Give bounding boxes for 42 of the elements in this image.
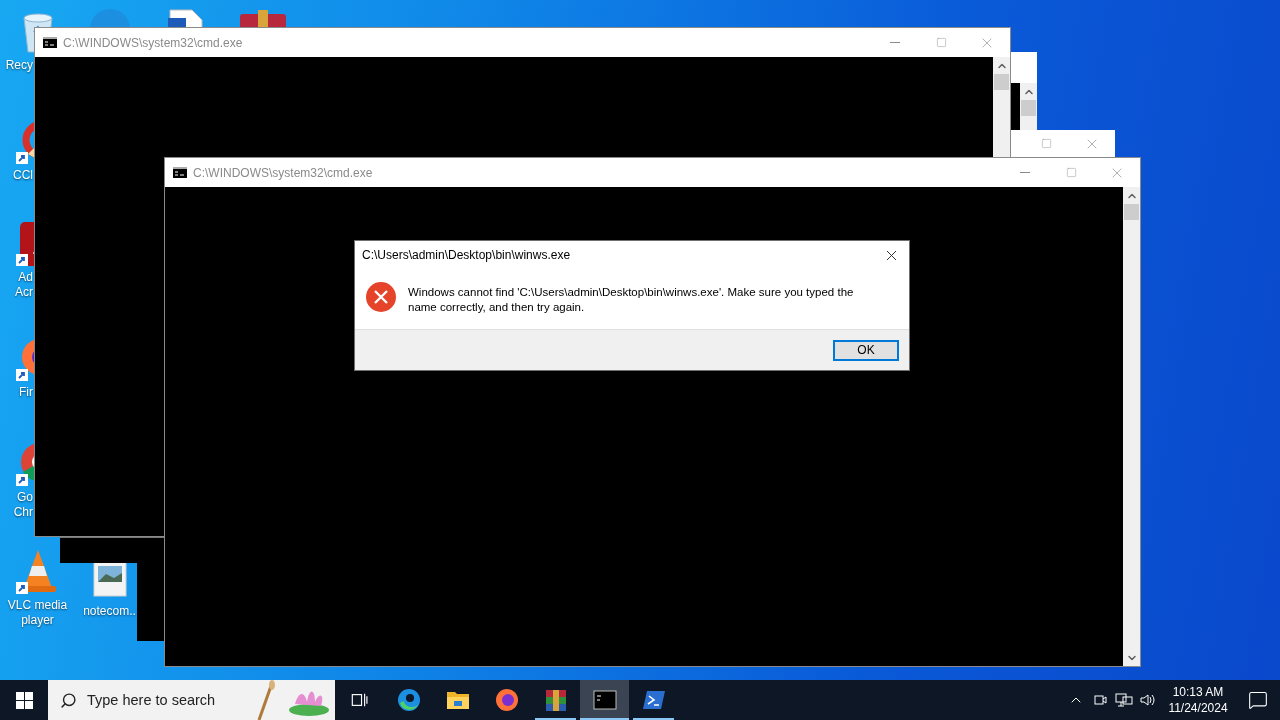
minimize-icon — [890, 42, 900, 43]
taskbar-app-button[interactable] — [580, 680, 629, 720]
window-title: C:\WINDOWS\system32\cmd.exe — [193, 165, 374, 180]
maximize-icon — [935, 37, 947, 48]
camera-icon[interactable] — [1092, 692, 1108, 708]
icon-label[interactable]: CCl — [0, 168, 33, 183]
console-icon — [43, 37, 57, 48]
minimize-icon — [1020, 172, 1030, 173]
network-icon[interactable] — [1115, 692, 1133, 708]
window-title: C:\WINDOWS\system32\cmd.exe — [63, 35, 244, 50]
search-box[interactable]: Type here to search — [48, 680, 335, 720]
icon-label[interactable]: Ad Acr — [0, 270, 33, 300]
scroll-thumb[interactable] — [1021, 100, 1036, 116]
speaker-icon[interactable] — [1139, 692, 1157, 708]
windows-logo-icon — [15, 691, 33, 709]
icon-label[interactable]: notecom.. — [83, 604, 136, 619]
archive-icon[interactable] — [238, 10, 288, 27]
console-area — [1011, 83, 1020, 130]
notifications-icon[interactable] — [1248, 690, 1268, 710]
maximize-icon — [1040, 138, 1052, 149]
clock-date: 11/24/2024 — [1168, 700, 1228, 716]
console-icon — [173, 167, 187, 178]
console-icon — [591, 687, 618, 713]
search-icon — [60, 691, 77, 709]
error-message: Windows cannot find 'C:\Users\admin\Desktop\bin\winws.exe'. Make sure you typed the name correctly, and then try again. — [408, 285, 855, 315]
icon-label[interactable]: VLC media player — [7, 598, 68, 628]
clock-time: 10:13 AM — [1172, 684, 1224, 700]
fox-browser-icon — [493, 687, 520, 713]
document-icon[interactable] — [166, 8, 206, 27]
icon-label[interactable]: Fir — [0, 385, 33, 400]
ok-button[interactable]: OK — [833, 339, 899, 361]
icon-label[interactable]: Go Chr — [0, 490, 33, 520]
edge-browser-icon — [395, 687, 422, 713]
scroll-thumb[interactable] — [994, 74, 1009, 90]
error-icon — [365, 281, 397, 313]
search-input[interactable]: Type here to search — [87, 692, 237, 708]
icon-label[interactable]: Recy — [0, 58, 33, 73]
scroll-thumb[interactable] — [1124, 204, 1139, 220]
maximize-icon — [1065, 167, 1077, 178]
scrollbar[interactable] — [1123, 187, 1140, 666]
dialog-title: C:\Users\admin\Desktop\bin\winws.exe — [362, 248, 572, 262]
clock[interactable]: 10:13 AM 11/24/2024 — [1160, 680, 1236, 720]
